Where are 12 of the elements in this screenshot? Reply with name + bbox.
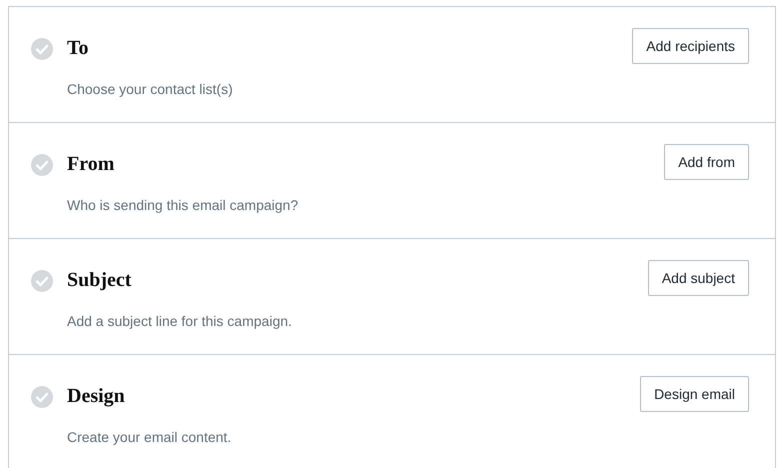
step-description: Who is sending this email campaign? — [67, 196, 298, 214]
step-button[interactable]: Add recipients — [632, 28, 749, 64]
step-title: From — [67, 152, 114, 176]
step-description: Choose your contact list(s) — [67, 80, 233, 98]
step-title: Design — [67, 384, 125, 408]
step-description: Create your email content. — [67, 428, 232, 446]
step-title: Subject — [67, 268, 132, 292]
step-title: To — [67, 36, 89, 60]
step-button[interactable]: Design email — [640, 376, 749, 412]
step-button[interactable]: Add from — [664, 144, 749, 180]
step-description: Add a subject line for this campaign. — [67, 312, 292, 330]
step-button[interactable]: Add subject — [648, 260, 749, 296]
